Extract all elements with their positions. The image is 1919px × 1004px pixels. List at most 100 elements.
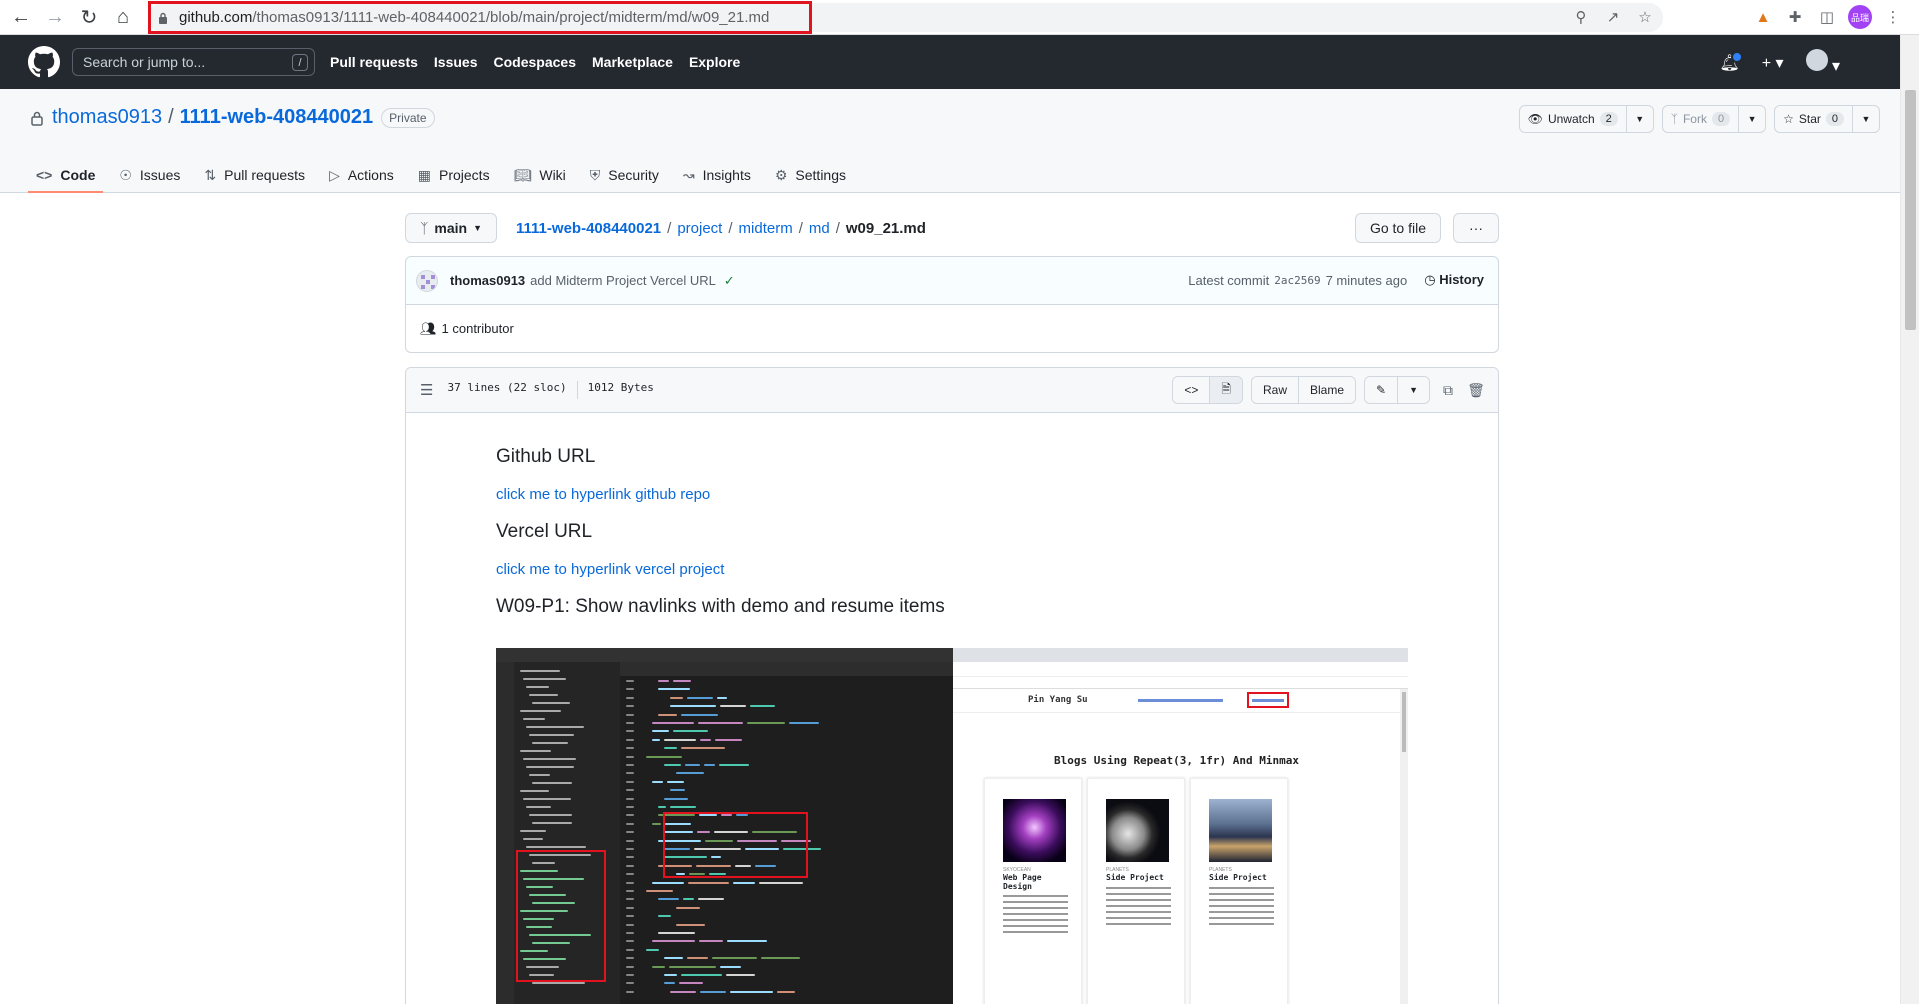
repo-name-link[interactable]: 1111-web-408440021 <box>180 106 374 129</box>
vercel-project-link[interactable]: click me to hyperlink vercel project <box>496 561 1456 578</box>
line-number <box>626 738 634 741</box>
latest-commit-label: Latest commit <box>1188 272 1270 288</box>
tab-settings[interactable]: ⚙ Settings <box>767 157 854 193</box>
trash-icon[interactable]: 🗑︎ <box>1466 382 1486 399</box>
pencil-icon[interactable]: ✎ <box>1365 377 1398 403</box>
outline-list-icon[interactable]: ☰ <box>420 381 433 399</box>
vscode-titlebar <box>496 648 953 662</box>
zoom-icon[interactable]: ⚲ <box>1571 7 1591 27</box>
star-label: Star <box>1798 112 1821 126</box>
more-options-button[interactable]: ··· <box>1453 213 1499 243</box>
branch-select-button[interactable]: ᛉ main ▼ <box>405 213 498 243</box>
card-text-line <box>1209 887 1274 889</box>
breadcrumb-current-file: w09_21.md <box>845 219 926 237</box>
home-icon[interactable]: ⌂ <box>106 0 140 35</box>
reload-icon[interactable]: ↻ <box>72 0 106 35</box>
view-toggle: <> 🗎︎ <box>1172 376 1243 404</box>
side-panel-icon[interactable]: ◫ <box>1816 5 1838 29</box>
raw-button[interactable]: Raw <box>1251 377 1298 403</box>
preview-file-icon[interactable]: 🗎︎ <box>1209 377 1242 403</box>
copy-icon[interactable]: ⧉ <box>1438 382 1458 399</box>
metamask-icon[interactable]: ▲ <box>1752 5 1774 29</box>
fork-icon: ᛉ <box>1670 112 1678 126</box>
browser-menu-icon[interactable]: ⋮ <box>1882 5 1904 29</box>
tab-label: Code <box>60 167 96 183</box>
profile-avatar[interactable]: 品瑞 <box>1848 5 1872 29</box>
code-token <box>676 906 701 909</box>
code-token <box>703 764 716 766</box>
card-text-line <box>1106 893 1171 895</box>
tab-projects[interactable]: ▦ Projects <box>410 157 498 193</box>
tab-label: Settings <box>795 167 847 183</box>
nav-pull-requests[interactable]: Pull requests <box>330 54 418 70</box>
line-number <box>626 965 634 968</box>
code-token <box>698 722 744 724</box>
back-icon[interactable]: ← <box>4 0 38 35</box>
site-navbar: Pin Yang Su <box>953 689 1400 713</box>
go-to-file-button[interactable]: Go to file <box>1354 213 1441 243</box>
code-token <box>789 722 820 724</box>
chevron-down-icon[interactable]: ▼ <box>1739 114 1765 124</box>
card-text-line <box>1003 895 1068 897</box>
card-text-line <box>1209 923 1274 925</box>
visibility-badge: Private <box>381 107 435 128</box>
notifications-icon[interactable]: 🔔︎ <box>1719 50 1744 73</box>
file-viewer: ☰ 37 lines (22 sloc) 1012 Bytes <> 🗎︎ Ra… <box>405 367 1499 1004</box>
play-icon: ▷ <box>329 166 340 183</box>
code-token <box>669 965 716 968</box>
history-button[interactable]: ◷ History <box>1424 272 1484 288</box>
tab-wiki[interactable]: 📖︎ Wiki <box>506 157 574 193</box>
code-token <box>646 755 683 758</box>
star-button[interactable]: ☆ Star 0 ▼ <box>1774 105 1880 133</box>
commit-sha-link[interactable]: 2ac2569 <box>1274 274 1320 287</box>
chevron-down-icon[interactable]: ▼ <box>1627 114 1653 124</box>
breadcrumb-separator: / <box>728 219 733 237</box>
code-token <box>666 780 684 783</box>
tab-code[interactable]: <> Code <box>28 157 104 193</box>
repo-owner-link[interactable]: thomas0913 <box>52 106 162 129</box>
blame-button[interactable]: Blame <box>1298 377 1356 403</box>
forward-icon[interactable]: → <box>38 0 72 35</box>
create-new-icon[interactable]: + ▾ <box>1762 53 1784 73</box>
share-icon[interactable]: ↗ <box>1603 7 1623 27</box>
watch-button[interactable]: 👁︎ Unwatch 2 ▼ <box>1518 105 1654 133</box>
breadcrumb-project[interactable]: project <box>677 220 722 237</box>
chevron-down-icon: ▼ <box>473 223 483 233</box>
line-number <box>626 881 634 884</box>
browser-preview: Pin Yang Su Blogs Using Repeat(3, 1fr) A… <box>953 648 1408 1004</box>
tab-pull-requests[interactable]: ⇅ Pull requests <box>196 157 313 193</box>
fork-button[interactable]: ᛉ Fork 0 ▼ <box>1661 105 1767 133</box>
commit-author-link[interactable]: thomas0913 <box>450 273 525 288</box>
code-token <box>652 780 663 783</box>
chevron-down-icon[interactable]: ▼ <box>1397 377 1429 403</box>
github-repo-link[interactable]: click me to hyperlink github repo <box>496 486 1456 503</box>
nav-issues[interactable]: Issues <box>434 54 478 70</box>
extensions-icon[interactable]: ✚ <box>1784 5 1806 29</box>
github-logo-icon[interactable] <box>28 46 60 78</box>
chevron-down-icon[interactable]: ▼ <box>1853 114 1879 124</box>
contributors-row[interactable]: 👥︎ 1 contributor <box>406 305 1498 352</box>
line-number <box>626 806 634 808</box>
commit-author-avatar[interactable] <box>416 269 438 292</box>
nav-explore[interactable]: Explore <box>689 54 740 70</box>
commit-message[interactable]: add Midterm Project Vercel URL <box>530 273 716 288</box>
code-token <box>777 990 796 993</box>
tab-actions[interactable]: ▷ Actions <box>321 157 402 193</box>
check-icon[interactable]: ✓ <box>724 273 735 289</box>
tab-security[interactable]: ⛨ Security <box>582 157 667 193</box>
tab-insights[interactable]: ↝ Insights <box>675 157 759 193</box>
scrollbar-thumb[interactable] <box>1905 90 1916 330</box>
user-avatar[interactable] <box>1805 49 1828 71</box>
bookmark-star-icon[interactable]: ☆ <box>1635 7 1655 27</box>
code-view-icon[interactable]: <> <box>1173 377 1210 403</box>
search-input[interactable]: Search or jump to... / <box>72 48 315 76</box>
nav-marketplace[interactable]: Marketplace <box>592 54 673 70</box>
user-menu[interactable]: ▾ <box>1805 49 1840 76</box>
breadcrumb-repo[interactable]: 1111-web-408440021 <box>516 220 661 237</box>
breadcrumb-separator: / <box>667 219 672 237</box>
nav-codespaces[interactable]: Codespaces <box>494 54 576 70</box>
breadcrumb-md[interactable]: md <box>809 220 830 237</box>
breadcrumb-midterm[interactable]: midterm <box>739 220 793 237</box>
page-scrollbar[interactable] <box>1900 35 1919 1004</box>
tab-issues[interactable]: ☉ Issues <box>111 157 188 193</box>
